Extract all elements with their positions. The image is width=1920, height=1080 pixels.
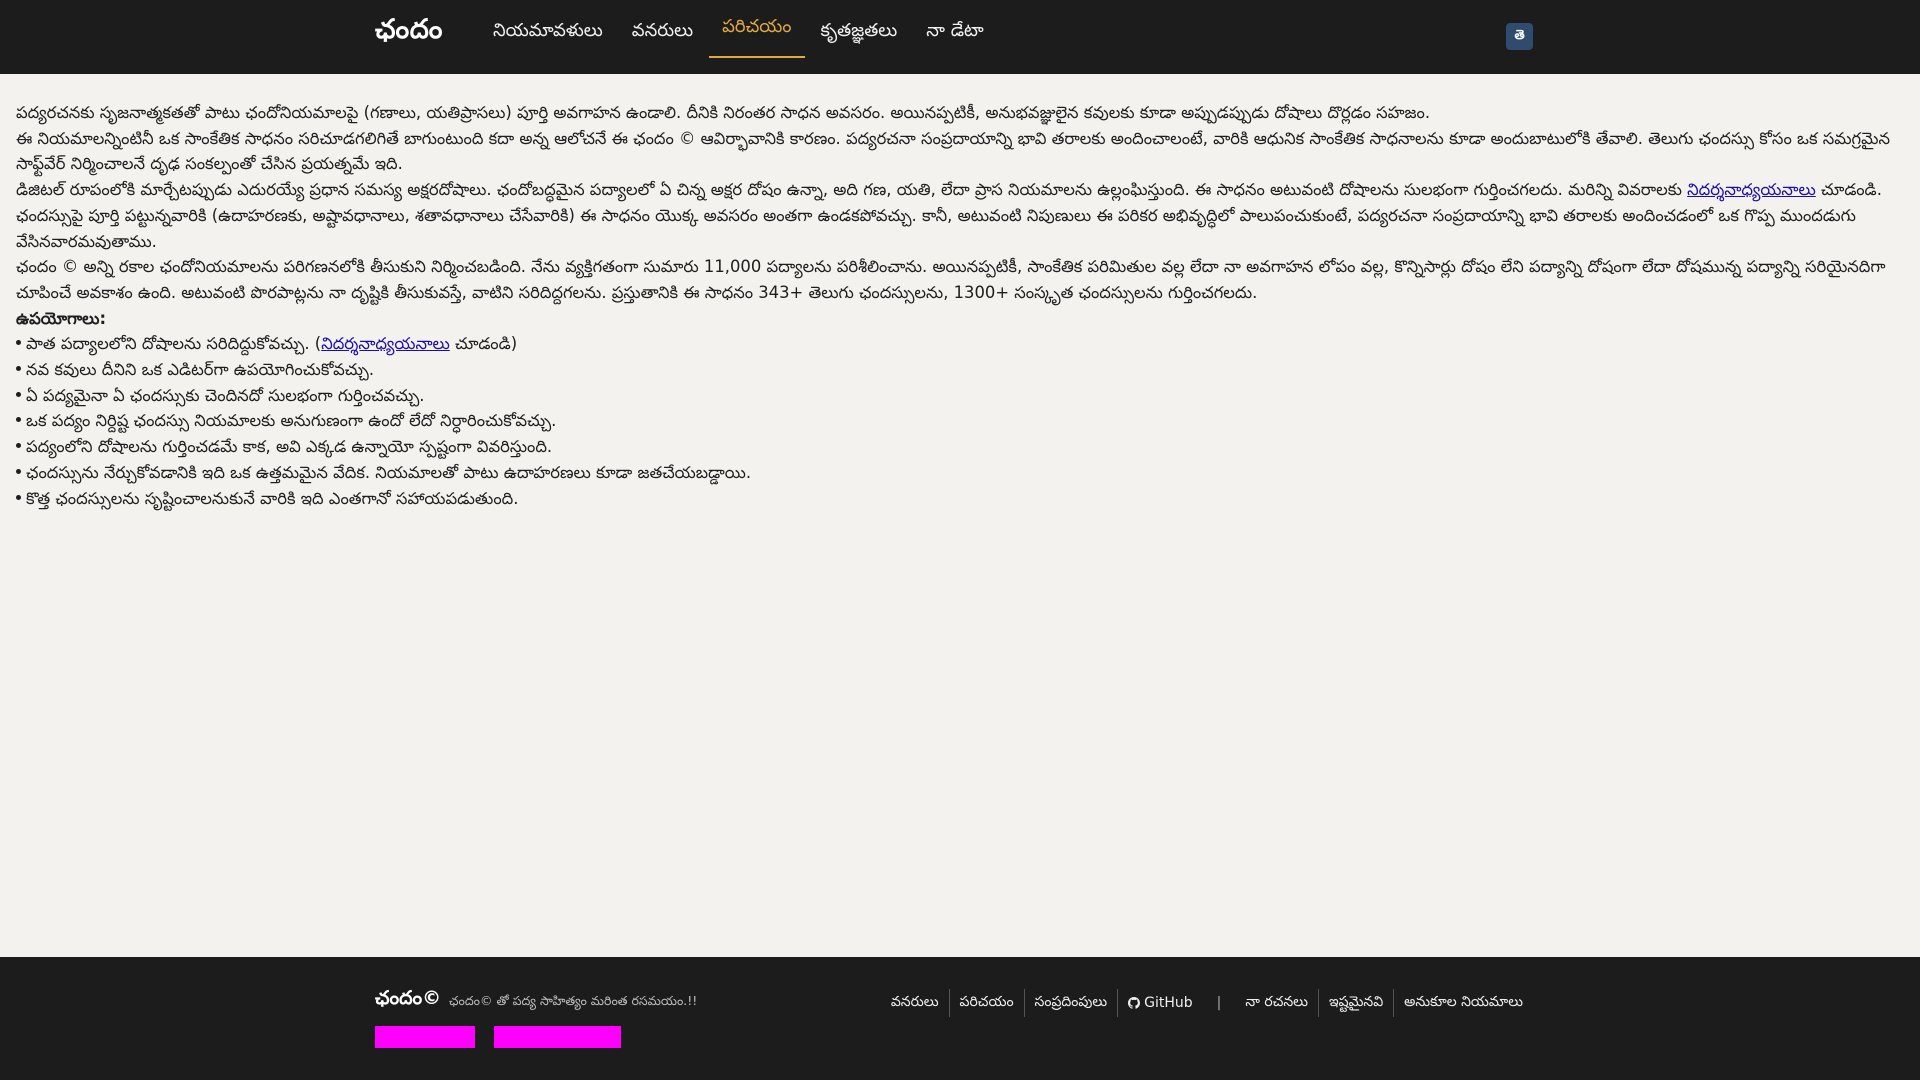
list-item: పాత పద్యాలలోని దోషాలను సరిదిద్దుకోవచ్చు.…	[16, 331, 1904, 357]
case-studies-link-2[interactable]: నిదర్శనాధ్యయనాలు	[321, 334, 450, 353]
github-icon	[1128, 997, 1141, 1009]
use-1-text-before: పాత పద్యాలలోని దోషాలను సరిదిద్దుకోవచ్చు.…	[26, 334, 322, 354]
case-studies-link[interactable]: నిదర్శనాధ్యయనాలు	[1687, 180, 1816, 199]
list-item: పద్యంలోని దోషాలను గుర్తించడమే కాక, అవి ఎ…	[16, 434, 1904, 460]
bullet-dot	[16, 340, 21, 346]
github-label: GitHub	[1144, 995, 1193, 1011]
list-item: ఛందస్సును నేర్చుకోవడానికి ఇది ఒక ఉత్తమమై…	[16, 460, 1904, 486]
uses-list: పాత పద్యాలలోని దోషాలను సరిదిద్దుకోవచ్చు.…	[16, 331, 1904, 511]
nav-item-intro[interactable]: పరిచయం	[709, 0, 805, 58]
list-item: కొత్త ఛందస్సులను సృష్టించాలనుకునే వారికి…	[16, 486, 1904, 512]
list-item: ఒక పద్యం నిర్దిష్ట ఛందస్సు నియమాలకు అనుగ…	[16, 408, 1904, 434]
nav-item-my-data[interactable]: నా డేటా	[913, 0, 996, 66]
use-1-text-after: చూడండి)	[449, 334, 518, 354]
footer-link-my-works[interactable]: నా రచనలు	[1235, 994, 1318, 1013]
nav-item-thanks[interactable]: కృతజ్ఞతలు	[808, 0, 911, 66]
footer-tagline: ఛందం© తో పద్య సాహిత్యం మరింత రసమయం.!!	[449, 993, 698, 1008]
uses-heading: ఉపయోగాలు:	[16, 308, 107, 328]
nav-item-resources[interactable]: వనరులు	[619, 0, 706, 66]
main-nav: నియమావళులు వనరులు పరిచయం కృతజ్ఞతలు నా డే…	[480, 0, 1000, 74]
use-4-text: ఒక పద్యం నిర్దిష్ట ఛందస్సు నియమాలకు అనుగ…	[26, 411, 557, 431]
paragraph-3-text-before: డిజిటల్ రూపంలోకి మార్చేటప్పుడు ఎదురయ్యే …	[16, 180, 1688, 200]
bullet-dot	[16, 443, 21, 449]
brand-logo-link[interactable]: ఛందం	[375, 14, 443, 52]
top-navbar: ఛందం నియమావళులు వనరులు పరిచయం కృతజ్ఞతలు …	[0, 0, 1920, 74]
use-6-text: ఛందస్సును నేర్చుకోవడానికి ఇది ఒక ఉత్తమమై…	[26, 462, 752, 482]
footer-link-resources[interactable]: వనరులు	[881, 994, 949, 1013]
bullet-dot	[16, 494, 21, 500]
footer-badge-2[interactable]	[494, 1026, 621, 1048]
intro-paragraph-1: పద్యరచనకు సృజనాత్మకతతో పాటు ఛందోనియమాలపై…	[16, 103, 1431, 122]
footer-links: వనరులు పరిచయం సంప్రదింపులు GitHub | నా ర…	[881, 989, 1533, 1017]
site-footer: ఛందం© ఛందం© తో పద్య సాహిత్యం మరింత రసమయం…	[0, 957, 1920, 1080]
list-item: ఏ పద్యమైనా ఏ ఛందస్సుకు చెందినదో సులభంగా …	[16, 383, 1904, 409]
bullet-dot	[16, 468, 21, 474]
use-7-text: కొత్త ఛందస్సులను సృష్టించాలనుకునే వారికి…	[26, 488, 519, 508]
footer-badges	[375, 1026, 621, 1048]
intro-paragraph-3: డిజిటల్ రూపంలోకి మార్చేటప్పుడు ఎదురయ్యే …	[16, 177, 1904, 203]
nav-item-rules[interactable]: నియమావళులు	[480, 0, 616, 66]
footer-brand: ఛందం©	[375, 987, 442, 1009]
footer-badge-1[interactable]	[375, 1026, 475, 1048]
bullet-dot	[16, 366, 21, 372]
paragraph-3-text-after: చూడండి.	[1815, 180, 1882, 200]
footer-link-github[interactable]: GitHub	[1118, 995, 1203, 1011]
bullet-dot	[16, 417, 21, 423]
use-5-text: పద్యంలోని దోషాలను గుర్తించడమే కాక, అవి ఎ…	[26, 437, 553, 457]
language-toggle-button[interactable]: తె	[1506, 23, 1533, 50]
intro-paragraph-5: ఛందం © అన్ని రకాల ఛందోనియమాలను పరిగణనలోక…	[16, 257, 1886, 302]
footer-link-contact[interactable]: సంప్రదింపులు	[1025, 994, 1118, 1013]
use-2-text: నవ కవులు దీనిని ఒక ఎడిటర్‌గా ఉపయోగించుకో…	[26, 360, 375, 380]
footer-link-custom-rules[interactable]: అనుకూల నియమాలు	[1394, 994, 1533, 1013]
use-3-text: ఏ పద్యమైనా ఏ ఛందస్సుకు చెందినదో సులభంగా …	[26, 385, 425, 405]
intro-paragraph-4: ఛందస్సుపై పూర్తి పట్టున్నవారికి (ఉదాహరణక…	[16, 205, 1856, 251]
footer-link-intro[interactable]: పరిచయం	[950, 994, 1024, 1013]
intro-content: పద్యరచనకు సృజనాత్మకతతో పాటు ఛందోనియమాలపై…	[16, 100, 1904, 511]
footer-pipe: |	[1216, 995, 1222, 1011]
footer-link-favorites[interactable]: ఇష్టమైనవి	[1319, 994, 1393, 1013]
intro-paragraph-2: ఈ నియమాలన్నింటినీ ఒక సాంకేతిక సాధనం సరిచ…	[16, 128, 1890, 174]
bullet-dot	[16, 391, 21, 397]
list-item: నవ కవులు దీనిని ఒక ఎడిటర్‌గా ఉపయోగించుకో…	[16, 357, 1904, 383]
